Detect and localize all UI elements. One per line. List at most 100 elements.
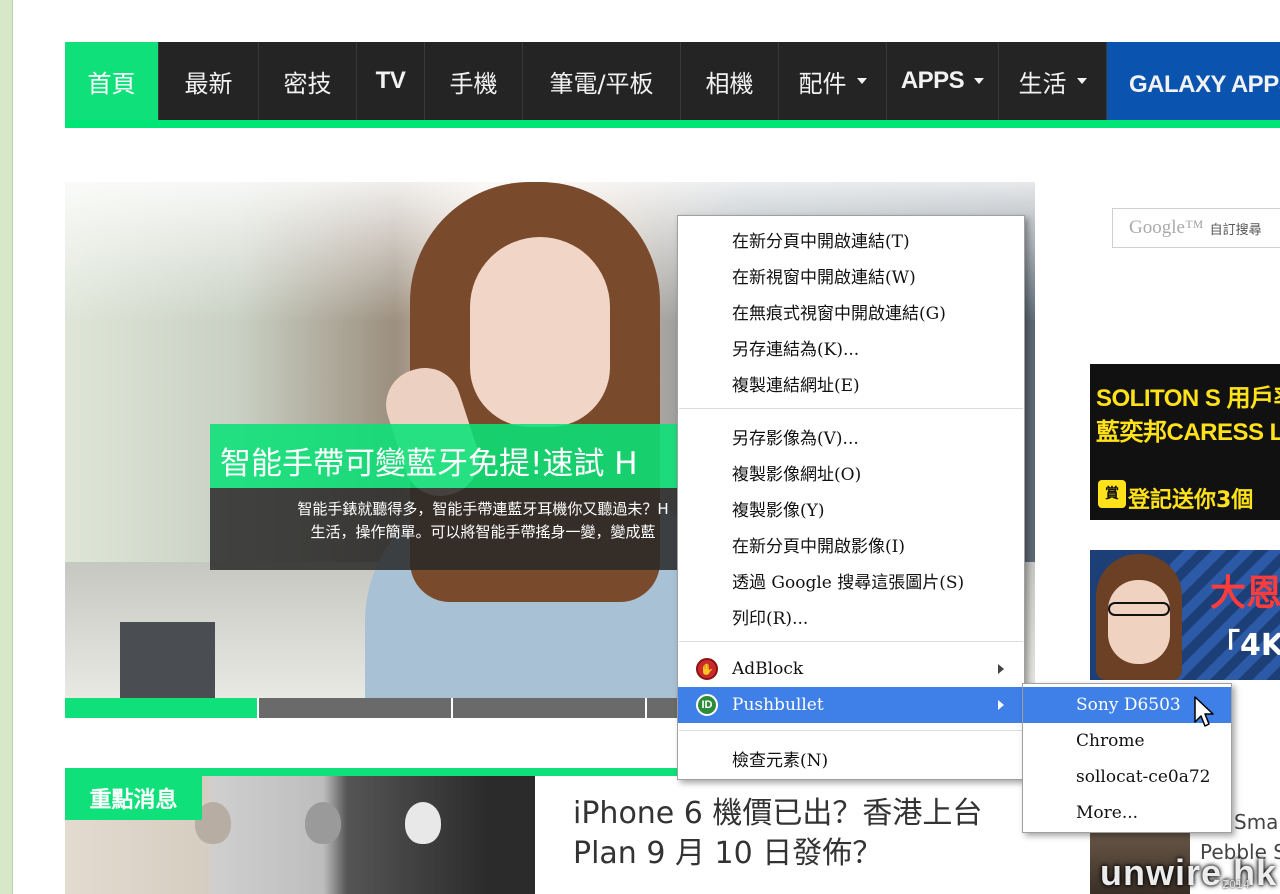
- nav-item-phones[interactable]: 手機: [425, 42, 523, 120]
- watermark-year: 2014: [1222, 878, 1250, 891]
- menu-item-label: 列印(R)...: [732, 608, 809, 629]
- nav-item-lifestyle[interactable]: 生活: [999, 42, 1107, 120]
- submenu-item-label: sollocat-ce0a72: [1076, 767, 1211, 787]
- menu-item-label: 在無痕式視窗中開啟連結(G): [732, 303, 946, 324]
- slider-dot-1[interactable]: [65, 698, 259, 718]
- menu-open-link-incognito[interactable]: 在無痕式視窗中開啟連結(G): [678, 293, 1024, 329]
- menu-open-link-new-window[interactable]: 在新視窗中開啟連結(W): [678, 257, 1024, 293]
- nav-item-label: TV: [375, 67, 406, 94]
- nav-item-label: GALAXY APPS 速: [1129, 70, 1280, 98]
- site-watermark: unwire.hk: [1100, 852, 1278, 893]
- nav-item-galaxy-apps[interactable]: GALAXY APPS 速: [1107, 42, 1280, 120]
- slider-dot-2[interactable]: [259, 698, 453, 718]
- nav-item-label: 相機: [705, 69, 754, 98]
- nav-item-tv[interactable]: TV: [357, 42, 425, 120]
- search-placeholder: 自訂搜尋: [1209, 222, 1262, 238]
- apple-logo-icon: [405, 802, 441, 844]
- ad-text: 藍奕邦CARESS L: [1096, 419, 1280, 446]
- ad-banner-soliton[interactable]: SOLITON S 用戶率 藍奕邦CARESS L 賞 登記送你3個: [1090, 364, 1280, 520]
- nav-item-label: APPS: [900, 67, 965, 94]
- nav-item-label: 手機: [449, 69, 498, 98]
- ad-photo-glasses: [1108, 602, 1170, 616]
- hero-description: 智能手錶就聽得多，智能手帶連藍牙耳機你又聽過未？H 生活，操作簡單。可以將智能手…: [218, 498, 748, 544]
- menu-open-image-new-tab[interactable]: 在新分頁中開啟影像(I): [678, 526, 1024, 562]
- nav-item-label: 配件: [798, 69, 847, 98]
- hero-description-box: 智能手錶就聽得多，智能手帶連藍牙耳機你又聽過未？H 生活，操作簡單。可以將智能手…: [210, 488, 750, 570]
- hero-bench: [120, 622, 215, 698]
- menu-save-link-as[interactable]: 另存連結為(K)...: [678, 329, 1024, 365]
- menu-separator: [679, 641, 1023, 642]
- chevron-down-icon: [974, 78, 985, 84]
- menu-copy-image[interactable]: 複製影像(Y): [678, 490, 1024, 526]
- ad-photo-face: [1108, 580, 1170, 664]
- menu-copy-image-address[interactable]: 複製影像網址(O): [678, 454, 1024, 490]
- sidebar-news-title[interactable]: Sma: [1234, 810, 1278, 834]
- menu-pushbullet[interactable]: ID Pushbullet: [678, 687, 1024, 723]
- hero-desc-line: 生活，操作簡單。可以將智能手帶搖身一變，變成藍: [310, 523, 656, 541]
- ad-text: 登記送你3個: [1128, 488, 1254, 513]
- menu-copy-link-address[interactable]: 複製連結網址(E): [678, 365, 1024, 401]
- nav-item-camera[interactable]: 相機: [681, 42, 779, 120]
- news-section-tag: 重點消息: [65, 776, 202, 820]
- window-left-border: [0, 0, 13, 894]
- adblock-icon: ✋: [696, 658, 718, 680]
- menu-item-label: 在新分頁中開啟影像(I): [732, 536, 905, 557]
- menu-item-label: 透過 Google 搜尋這張圖片(S): [732, 572, 965, 593]
- submenu-item-label: Chrome: [1076, 731, 1145, 751]
- news-headline-link[interactable]: iPhone 6 機價已出？香港上台 Plan 9 月 10 日發佈？: [573, 794, 1043, 874]
- menu-search-google-image[interactable]: 透過 Google 搜尋這張圖片(S): [678, 562, 1024, 598]
- menu-inspect-element[interactable]: 檢查元素(N): [678, 740, 1024, 776]
- ad-text: 「4K: [1210, 628, 1280, 663]
- menu-separator: [679, 730, 1023, 731]
- pushbullet-icon: ID: [696, 694, 718, 716]
- submenu-more[interactable]: More...: [1023, 795, 1231, 831]
- slider-dot-3[interactable]: [453, 698, 647, 718]
- ad-banner-4k[interactable]: 大恩 「4K: [1090, 550, 1280, 680]
- hero-desc-line: 智能手錶就聽得多，智能手帶連藍牙耳機你又聽過未？H: [297, 500, 669, 518]
- menu-item-label: 另存影像為(V)...: [732, 428, 859, 449]
- nav-item-label: 首頁: [87, 69, 136, 98]
- nav-item-accessories[interactable]: 配件: [779, 42, 887, 120]
- menu-item-label: AdBlock: [732, 659, 804, 679]
- nav-item-tips[interactable]: 密技: [259, 42, 357, 120]
- context-menu: 在新分頁中開啟連結(T) 在新視窗中開啟連結(W) 在無痕式視窗中開啟連結(G)…: [677, 215, 1025, 780]
- nav-item-home[interactable]: 首頁: [65, 42, 159, 120]
- menu-item-label: 在新分頁中開啟連結(T): [732, 231, 910, 252]
- nav-item-apps[interactable]: APPS: [887, 42, 999, 120]
- menu-adblock[interactable]: ✋ AdBlock: [678, 651, 1024, 687]
- hero-photo-face: [470, 237, 610, 427]
- menu-item-label: Pushbullet: [732, 695, 824, 715]
- ad-text: 大恩: [1210, 573, 1280, 614]
- custom-search-input[interactable]: Google™ 自訂搜尋: [1112, 208, 1280, 248]
- menu-item-label: 另存連結為(K)...: [732, 339, 860, 360]
- chevron-right-icon: [998, 700, 1004, 710]
- nav-item-label: 生活: [1018, 69, 1067, 98]
- nav-item-label: 筆電/平板: [549, 69, 654, 98]
- google-logo: Google™: [1129, 217, 1204, 238]
- menu-separator: [679, 408, 1023, 409]
- submenu-device-sollocat[interactable]: sollocat-ce0a72: [1023, 759, 1231, 795]
- nav-item-label: 密技: [283, 69, 332, 98]
- menu-item-label: 複製連結網址(E): [732, 375, 860, 396]
- gift-icon: 賞: [1098, 480, 1126, 508]
- mouse-cursor-icon: [1194, 696, 1214, 727]
- menu-item-label: 複製影像(Y): [732, 500, 825, 521]
- menu-item-label: 複製影像網址(O): [732, 464, 862, 485]
- nav-item-laptop-tablet[interactable]: 筆電/平板: [523, 42, 681, 120]
- chevron-right-icon: [998, 664, 1004, 674]
- chevron-down-icon: [1076, 78, 1087, 84]
- menu-print[interactable]: 列印(R)...: [678, 598, 1024, 634]
- hero-title-box[interactable]: 智能手帶可變藍牙免提!速試 H: [210, 424, 750, 488]
- menu-item-label: 在新視窗中開啟連結(W): [732, 267, 916, 288]
- nav-item-label: 最新: [184, 69, 233, 98]
- submenu-item-label: Sony D6503: [1076, 695, 1181, 715]
- menu-open-link-new-tab[interactable]: 在新分頁中開啟連結(T): [678, 221, 1024, 257]
- nav-item-latest[interactable]: 最新: [159, 42, 259, 120]
- ad-text: SOLITON S 用戶率: [1096, 385, 1280, 412]
- submenu-item-label: More...: [1076, 803, 1139, 823]
- apple-logo-icon: [305, 802, 341, 844]
- hero-title[interactable]: 智能手帶可變藍牙免提!速試 H: [220, 438, 638, 483]
- chevron-down-icon: [856, 78, 867, 84]
- menu-save-image-as[interactable]: 另存影像為(V)...: [678, 418, 1024, 454]
- main-nav: 首頁 最新 密技 TV 手機 筆電/平板 相機 配件 APPS 生活 GALAX…: [65, 42, 1280, 120]
